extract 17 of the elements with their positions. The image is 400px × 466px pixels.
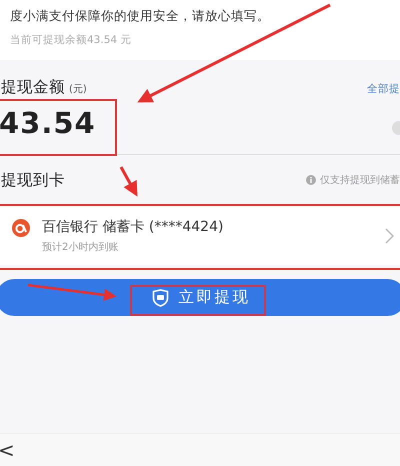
bank-card-row[interactable]: 百信银行 储蓄卡 (****4424) 预计2小时内到账 <box>0 207 400 265</box>
bank-logo-icon <box>12 219 30 237</box>
shield-icon <box>152 288 168 306</box>
card-hint: 仅支持提现到储蓄 <box>320 174 400 187</box>
info-icon <box>306 175 316 185</box>
arrival-time: 预计2小时内到账 <box>42 240 120 254</box>
bank-card-name: 百信银行 储蓄卡 (****4424) <box>42 218 224 236</box>
amount-label: 提现金额 (元) <box>1 77 87 98</box>
withdraw-all-link[interactable]: 全部提 <box>367 82 400 96</box>
amount-field[interactable]: 43.54 <box>0 106 400 140</box>
security-notice: 度小满支付保障你的使用安全，请放心填写。 <box>10 8 271 25</box>
chevron-right-icon <box>385 228 394 244</box>
withdraw-button[interactable]: 立即提现 <box>0 279 400 316</box>
card-section-label: 提现到卡 <box>1 170 65 190</box>
balance-text: 当前可提现余额43.54 元 <box>10 33 132 47</box>
arrow <box>120 166 138 197</box>
back-button[interactable]: < <box>0 438 15 462</box>
